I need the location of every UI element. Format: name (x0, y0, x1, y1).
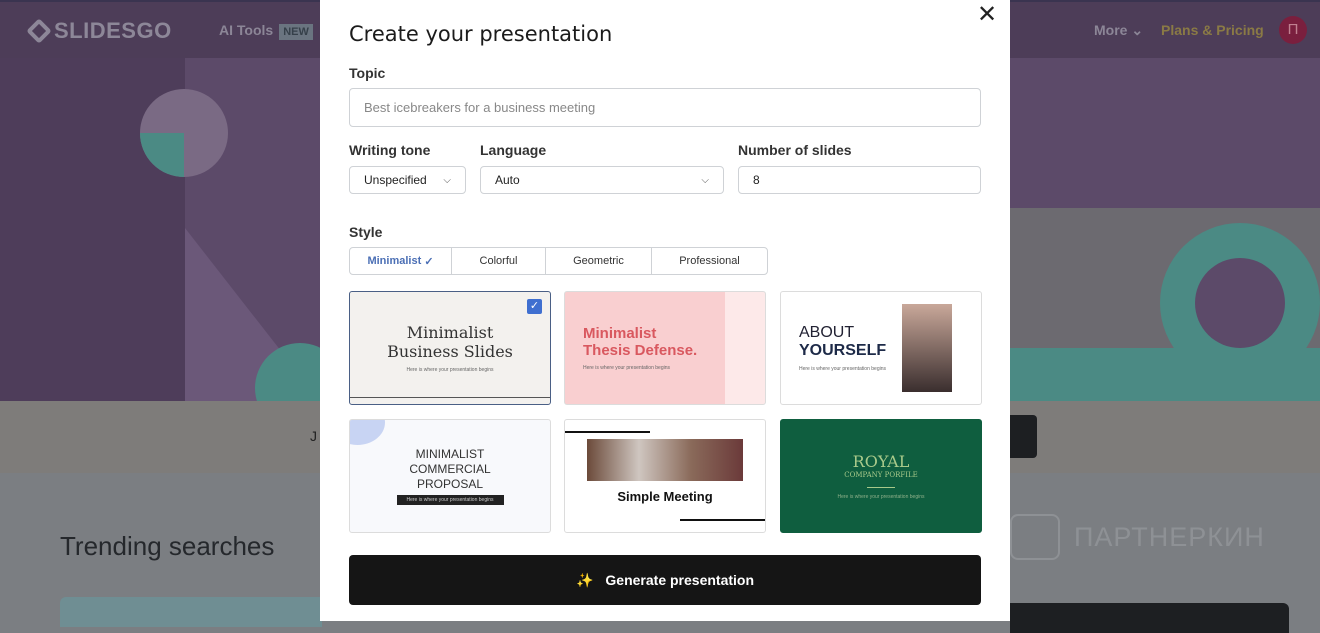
tab-label: Minimalist (367, 255, 422, 267)
portrait-photo (902, 304, 952, 392)
nav-ai-tools[interactable]: AI Tools NEW (219, 22, 313, 40)
template-card-thesis-defense[interactable]: Minimalist Thesis Defense. Here is where… (564, 291, 766, 405)
watermark-icon (1010, 514, 1060, 560)
chevron-down-icon: ⌄ (1131, 22, 1144, 38)
style-label: Style (349, 224, 383, 240)
template-title: PROPOSAL (416, 477, 484, 491)
generate-presentation-button[interactable]: ✨ Generate presentation (349, 555, 981, 605)
new-badge: NEW (279, 24, 313, 40)
template-title: COMPANY PORFILE (844, 471, 918, 479)
decor-circle (350, 420, 385, 445)
template-title: Business Slides (387, 342, 513, 361)
check-icon: ✓ (424, 255, 434, 268)
chevron-down-icon: ⌵ (443, 174, 451, 186)
slides-value: 8 (753, 173, 760, 187)
logo-text: SLIDESGO (54, 18, 172, 43)
slides-count-label: Number of slides (738, 142, 852, 158)
avatar[interactable]: П (1279, 16, 1307, 44)
trending-heading: Trending searches (60, 531, 275, 561)
template-card-commercial-proposal[interactable]: MINIMALIST COMMERCIAL PROPOSAL Here is w… (349, 419, 551, 533)
watermark: ПАРТНЕРКИН (1010, 514, 1265, 560)
close-icon[interactable]: ✕ (977, 3, 997, 27)
topic-input[interactable]: Best icebreakers for a business meeting (349, 88, 981, 127)
meeting-photo (587, 438, 743, 481)
topic-label: Topic (349, 65, 386, 81)
logo-icon (26, 18, 52, 44)
ai-tools-label: AI Tools (219, 22, 274, 38)
slidesgo-logo[interactable]: SLIDESGO (26, 18, 172, 44)
chevron-down-icon: ⌵ (701, 174, 709, 186)
template-title: Minimalist (406, 323, 494, 342)
style-tab-professional[interactable]: Professional (652, 248, 767, 274)
nav-plans-pricing[interactable]: Plans & Pricing (1161, 22, 1264, 38)
generate-label: Generate presentation (605, 572, 755, 588)
divider (565, 431, 650, 433)
band-text: J (310, 428, 317, 444)
style-tab-geometric[interactable]: Geometric (546, 248, 652, 274)
trending-card[interactable] (1010, 603, 1289, 633)
writing-tone-select[interactable]: Unspecified ⌵ (349, 166, 466, 194)
language-value: Auto (495, 173, 520, 187)
slides-count-input[interactable]: 8 (738, 166, 981, 194)
writing-tone-label: Writing tone (349, 142, 431, 158)
template-title: COMMERCIAL (409, 462, 491, 476)
language-select[interactable]: Auto ⌵ (480, 166, 724, 194)
template-title: ABOUT (799, 324, 855, 341)
template-subtitle: Here is where your presentation begins (837, 494, 925, 500)
modal-title: Create your presentation (349, 22, 613, 46)
template-subtitle: Here is where your presentation begins (396, 495, 504, 505)
more-label: More (1094, 22, 1128, 38)
template-title: MINIMALIST (415, 447, 485, 461)
template-subtitle: Here is where your presentation begins (583, 365, 670, 371)
template-title: YOURSELF (799, 342, 887, 359)
template-title: Thesis Defense. (583, 342, 698, 359)
divider (680, 519, 765, 521)
trending-card[interactable] (60, 597, 322, 627)
tone-value: Unspecified (364, 173, 427, 187)
template-card-minimalist-business[interactable]: ✓ Minimalist Business Slides Here is whe… (349, 291, 551, 405)
magic-wand-icon: ✨ (575, 571, 594, 588)
divider (350, 397, 550, 398)
template-title: Minimalist (583, 325, 657, 342)
selected-checkbox-icon[interactable]: ✓ (527, 299, 542, 314)
template-card-royal-company[interactable]: ROYAL COMPANY PORFILE Here is where your… (780, 419, 982, 533)
style-tabs: Minimalist ✓ Colorful Geometric Professi… (349, 247, 768, 275)
divider (867, 487, 895, 488)
style-tab-minimalist[interactable]: Minimalist ✓ (350, 248, 452, 274)
style-tab-colorful[interactable]: Colorful (452, 248, 546, 274)
topic-placeholder: Best icebreakers for a business meeting (364, 100, 596, 115)
template-title: ROYAL (852, 452, 910, 471)
template-card-about-yourself[interactable]: ABOUT YOURSELF Here is where your presen… (780, 291, 982, 405)
template-subtitle: Here is where your presentation begins (799, 366, 886, 372)
template-title: Simple Meeting (617, 488, 713, 504)
watermark-text: ПАРТНЕРКИН (1074, 521, 1265, 552)
template-card-simple-meeting[interactable]: Simple Meeting (564, 419, 766, 533)
nav-more[interactable]: More ⌄ (1094, 22, 1143, 39)
template-subtitle: Here is where your presentation begins (406, 367, 494, 373)
language-label: Language (480, 142, 547, 158)
